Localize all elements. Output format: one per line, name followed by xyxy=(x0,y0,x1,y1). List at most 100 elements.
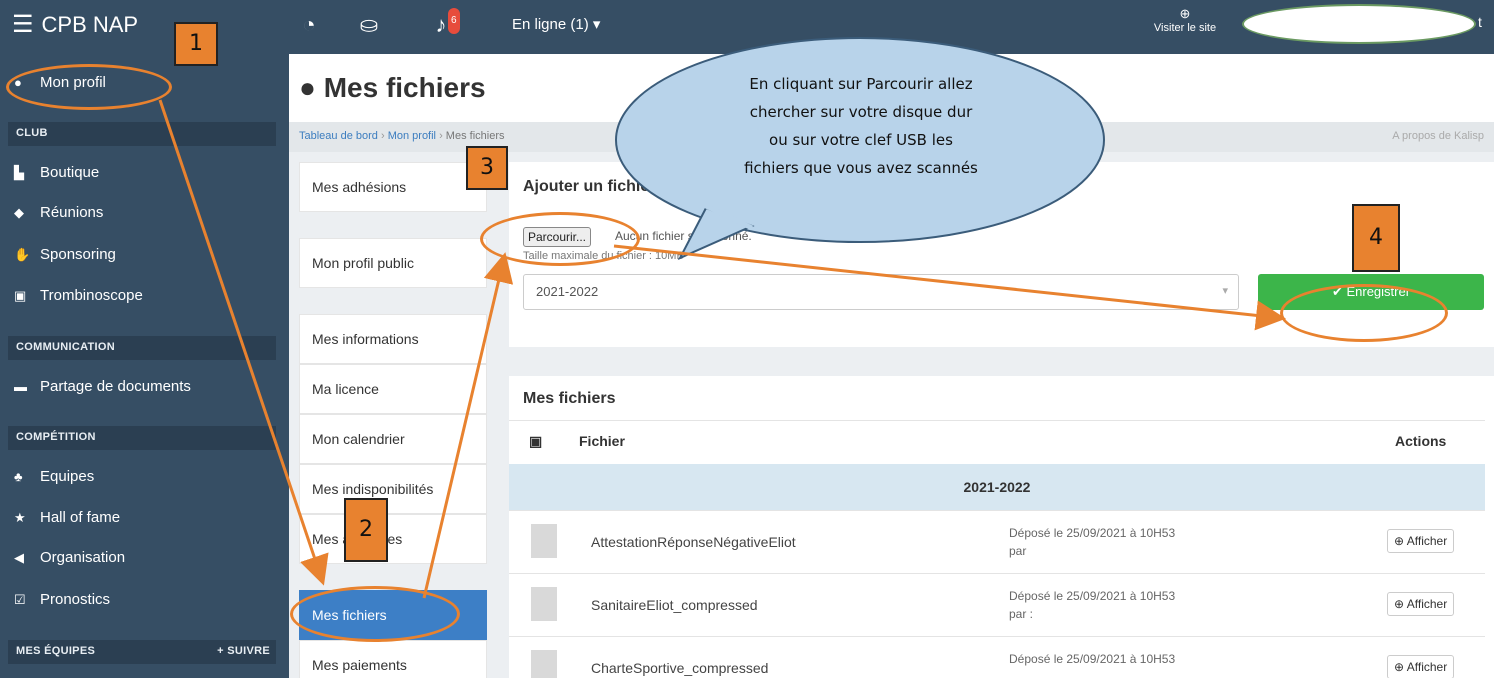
file-meta: Déposé le 25/09/2021 à 10H53 xyxy=(1009,650,1175,668)
nav-mes-informations[interactable]: Mes informations xyxy=(299,314,487,364)
breadcrumb-current: Mes fichiers xyxy=(445,130,505,142)
app-window: ☰ CPB NAP ◔ ⛀ ♪ 6 En ligne (1) ▾ ⊕ Visiter… xyxy=(0,0,1494,678)
sidebar-item-documents[interactable]: ▬ Partage de documents xyxy=(14,378,191,395)
image-icon: ▣ xyxy=(529,433,543,449)
zoom-icon: ⊕ xyxy=(1394,660,1405,674)
visit-site-link[interactable]: ⊕ Visiter le site xyxy=(1140,6,1230,34)
file-name: CharteSportive_compressed xyxy=(591,660,769,676)
season-select[interactable]: 2021-2022 ▾ xyxy=(523,274,1239,310)
table-row: SanitaireEliot_compressed Déposé le 25/0… xyxy=(509,573,1485,635)
step-1-marker: 1 xyxy=(174,22,218,66)
sidebar-item-label: Boutique xyxy=(40,164,100,181)
bell-icon[interactable]: ♪ 6 xyxy=(428,8,460,38)
users-icon: ♣ xyxy=(14,469,23,484)
step-4-marker: 4 xyxy=(1352,204,1400,272)
page-title: ● Mes fichiers xyxy=(299,72,486,104)
folder-icon: ▬ xyxy=(14,379,27,394)
file-icon xyxy=(531,524,557,558)
step-2-marker: 2 xyxy=(344,498,388,562)
user-circle-icon: ● xyxy=(299,72,316,103)
highlight-mes-fichiers xyxy=(290,586,460,642)
section-my-teams: MES ÉQUIPES + SUIVRE xyxy=(8,640,276,664)
user-name-tail: t xyxy=(1478,14,1482,30)
highlight-profile xyxy=(6,64,172,110)
inbox-icon[interactable]: ⛀ xyxy=(356,12,382,38)
bubble-line: fichiers que vous avez scannés xyxy=(744,159,978,177)
nav-mon-calendrier[interactable]: Mon calendrier xyxy=(299,414,487,464)
sidebar-item-sponsoring[interactable]: ✋ Sponsoring xyxy=(14,246,116,263)
sidebar-item-label: Partage de documents xyxy=(40,378,191,395)
file-icon xyxy=(531,587,557,621)
sidebar-item-label: Sponsoring xyxy=(40,246,116,263)
online-status-dropdown[interactable]: En ligne (1) ▾ xyxy=(512,15,600,33)
highlight-browse xyxy=(480,212,640,266)
visit-site-label: Visiter le site xyxy=(1153,22,1217,34)
about-link[interactable]: A propos de Kalisp xyxy=(1392,130,1484,142)
bubble-text: En cliquant sur Parcourir allez chercher… xyxy=(666,70,1056,182)
file-meta: Déposé le 25/09/2021 à 10H53 par : xyxy=(1009,587,1175,623)
upload-by: par xyxy=(1009,544,1027,558)
col-header-file: Fichier xyxy=(579,433,625,449)
sidebar-item-organisation[interactable]: ◀ Organisation xyxy=(14,549,125,566)
sidebar-item-equipes[interactable]: ♣ Equipes xyxy=(14,468,94,485)
show-button[interactable]: ⊕ Afficher xyxy=(1387,655,1455,678)
sidebar-item-boutique[interactable]: ▙ Boutique xyxy=(14,164,99,181)
files-title: Mes fichiers xyxy=(523,390,616,407)
sidebar-item-label: Pronostics xyxy=(40,591,111,608)
chat-icon: ◆ xyxy=(14,205,24,220)
bubble-line: En cliquant sur Parcourir allez xyxy=(749,75,973,93)
breadcrumb-dashboard[interactable]: Tableau de bord xyxy=(299,130,378,142)
cart-icon: ▙ xyxy=(14,165,24,180)
bubble-line: chercher sur votre disque dur xyxy=(749,103,973,121)
nav-mes-absences[interactable]: Mes absences xyxy=(299,514,487,564)
sidebar-item-label: Trombinoscope xyxy=(40,287,143,304)
page-title-text: Mes fichiers xyxy=(323,72,486,103)
table-row: AttestationRéponseNégativeEliot Déposé l… xyxy=(509,510,1485,572)
step-3-marker: 3 xyxy=(466,146,508,190)
globe-icon: ⊕ xyxy=(1179,6,1191,21)
checkbox-icon: ☑ xyxy=(14,592,26,607)
breadcrumb-profile[interactable]: Mon profil xyxy=(388,130,436,142)
chevron-down-icon: ▾ xyxy=(1222,285,1228,297)
sidebar-item-pronostics[interactable]: ☑ Pronostics xyxy=(14,591,110,608)
follow-button[interactable]: + SUIVRE xyxy=(217,645,270,657)
sidebar-item-label: Réunions xyxy=(40,204,104,221)
show-button[interactable]: ⊕ Afficher xyxy=(1387,592,1455,616)
upload-by: par : xyxy=(1009,607,1034,621)
nav-mes-adhesions[interactable]: Mes adhésions xyxy=(299,162,487,212)
sidebar-item-trombinoscope[interactable]: ▣ Trombinoscope xyxy=(14,287,143,304)
sidebar-item-label: Organisation xyxy=(40,549,126,566)
file-meta: Déposé le 25/09/2021 à 10H53 par xyxy=(1009,524,1175,560)
dashboard-gauge-icon[interactable]: ◔ xyxy=(296,12,322,38)
sidebar: ● Mon profil CLUB ▙ Boutique ◆ Réunions ✋ Sp… xyxy=(0,54,289,678)
top-navbar: ☰ CPB NAP ◔ ⛀ ♪ 6 En ligne (1) ▾ ⊕ Visiter… xyxy=(0,0,1494,54)
show-button[interactable]: ⊕ Afficher xyxy=(1387,529,1455,553)
show-label: Afficher xyxy=(1406,597,1448,611)
table-row: CharteSportive_compressed Déposé le 25/0… xyxy=(509,636,1485,678)
sidebar-item-label: Equipes xyxy=(40,468,95,485)
season-select-value: 2021-2022 xyxy=(536,284,599,299)
menu-icon[interactable]: ☰ xyxy=(12,11,34,38)
sidebar-item-hall-of-fame[interactable]: ★ Hall of fame xyxy=(14,509,120,526)
show-label: Afficher xyxy=(1406,534,1448,548)
app-title: CPB NAP xyxy=(41,12,139,37)
sidebar-item-reunions[interactable]: ◆ Réunions xyxy=(14,204,103,221)
file-icon xyxy=(531,650,557,678)
star-icon: ★ xyxy=(14,510,26,525)
brand[interactable]: ☰ CPB NAP xyxy=(12,10,138,39)
picture-icon: ▣ xyxy=(14,288,27,303)
highlight-save xyxy=(1280,284,1448,342)
bubble-line: ou sur votre clef USB les xyxy=(769,131,953,149)
nav-ma-licence[interactable]: Ma licence xyxy=(299,364,487,414)
user-menu-redacted[interactable] xyxy=(1242,4,1476,44)
upload-date: Déposé le 25/09/2021 à 10H53 xyxy=(1009,652,1176,666)
nav-mes-indisponibilites[interactable]: Mes indisponibilités xyxy=(299,464,487,514)
upload-title: Ajouter un fichier xyxy=(523,178,656,195)
upload-date: Déposé le 25/09/2021 à 10H53 xyxy=(1009,589,1176,603)
nav-profil-public[interactable]: Mon profil public xyxy=(299,238,487,288)
upload-date: Déposé le 25/09/2021 à 10H53 xyxy=(1009,526,1176,540)
sidebar-item-label: Hall of fame xyxy=(40,509,121,526)
show-label: Afficher xyxy=(1406,660,1448,674)
nav-mes-paiements[interactable]: Mes paiements xyxy=(299,640,487,678)
col-header-actions: Actions xyxy=(1395,433,1447,449)
